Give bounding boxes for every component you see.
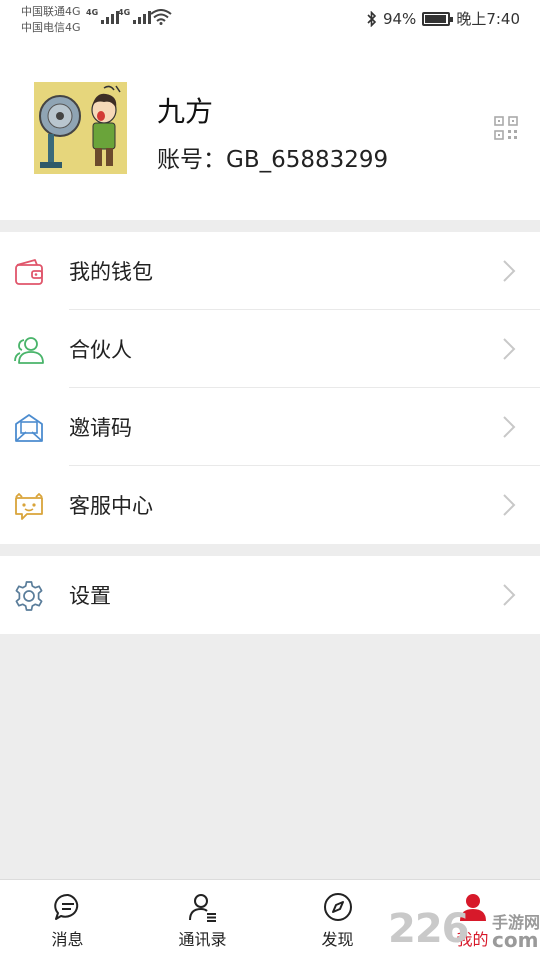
chevron-right-icon: [503, 338, 516, 360]
compass-icon: [323, 893, 352, 921]
profile-name: 九方: [157, 95, 214, 128]
chat-bubble-icon: [53, 893, 78, 920]
menu-item-label: 客服中心: [69, 494, 153, 518]
tab-contacts[interactable]: 通讯录: [135, 880, 270, 960]
menu-item-customer-service[interactable]: 客服中心: [0, 466, 540, 544]
gear-icon: [15, 581, 43, 611]
chevron-right-icon: [503, 584, 516, 606]
tab-label: 通讯录: [178, 930, 227, 949]
profile-card[interactable]: 九方 账号：GB_65883299: [0, 40, 540, 220]
bottom-tab-bar: 消息 通讯录 发现 我的: [0, 879, 540, 960]
menu-item-label: 设置: [69, 584, 111, 608]
invite-code-icon: [15, 414, 43, 442]
partner-icon: [14, 337, 44, 364]
menu-group-settings: 设置: [0, 556, 540, 634]
carrier-info: 中国联通4G 中国电信4G: [21, 4, 81, 36]
tab-messages[interactable]: 消息: [0, 880, 135, 960]
menu-group-main: 我的钱包 合伙人 邀请码 客服中心: [0, 232, 540, 544]
signal-strength-icon-2: 4G: [118, 8, 152, 24]
menu-item-label: 邀请码: [69, 416, 132, 440]
wallet-icon: [15, 259, 43, 285]
menu-item-label: 合伙人: [69, 338, 132, 362]
qr-code-icon[interactable]: [494, 116, 518, 140]
carrier-1: 中国联通4G: [21, 5, 81, 18]
chevron-right-icon: [503, 416, 516, 438]
bluetooth-icon: [367, 10, 377, 27]
clock: 晚上7:40: [456, 10, 520, 28]
wifi-icon: [150, 9, 172, 25]
battery-percent: 94%: [382, 9, 417, 28]
signal-strength-icon: 4G: [86, 8, 120, 24]
status-right: 94% 晚上7:40: [367, 8, 520, 29]
menu-item-wallet[interactable]: 我的钱包: [0, 232, 540, 310]
contacts-icon: [188, 894, 216, 922]
avatar[interactable]: [34, 82, 127, 174]
tab-discover[interactable]: 发现: [270, 880, 405, 960]
menu-item-partner[interactable]: 合伙人: [0, 310, 540, 388]
chevron-right-icon: [503, 494, 516, 516]
status-bar: 中国联通4G 中国电信4G 4G 4G 94% 晚上7:40: [0, 0, 540, 40]
menu-item-invite-code[interactable]: 邀请码: [0, 388, 540, 466]
tab-label: 消息: [51, 930, 84, 949]
tab-label: 我的: [456, 930, 489, 949]
tab-me[interactable]: 我的: [405, 880, 540, 960]
tab-label: 发现: [321, 930, 354, 949]
profile-account-id: 账号：GB_65883299: [157, 147, 389, 173]
battery-icon: [422, 11, 454, 26]
customer-service-icon: [15, 493, 43, 520]
chevron-right-icon: [503, 260, 516, 282]
carrier-2: 中国电信4G: [21, 21, 81, 34]
menu-item-label: 我的钱包: [69, 260, 153, 284]
avatar-cartoon-image: [34, 82, 127, 174]
person-icon: [459, 894, 486, 921]
menu-item-settings[interactable]: 设置: [0, 556, 540, 634]
